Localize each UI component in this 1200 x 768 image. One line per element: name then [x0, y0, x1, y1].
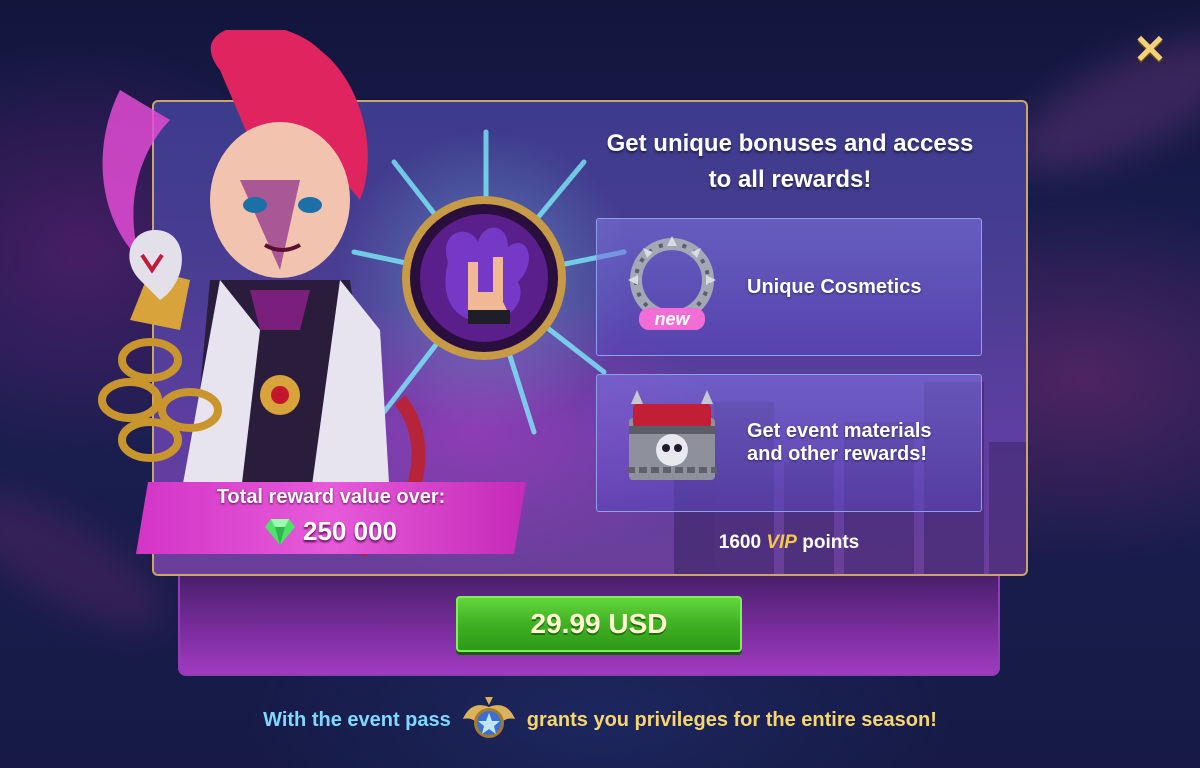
feature-label-materials-line-2: and other rewards!	[747, 443, 928, 465]
footer-text-after: grants you privileges for the entire sea…	[526, 708, 937, 731]
event-pass-badge-icon	[462, 697, 515, 738]
headline-line-1: Get unique bonuses and access	[606, 130, 974, 157]
reward-value-text: 250 000	[303, 516, 397, 546]
vip-word: VIP	[766, 532, 797, 553]
rock-hand-emblem-icon	[402, 196, 566, 360]
skull-chest-icon	[597, 374, 747, 512]
gem-icon	[265, 518, 295, 545]
buy-button[interactable]: 29.99 USD	[456, 596, 742, 652]
feature-label-materials-line-1: Get event materials	[747, 420, 932, 442]
cosmetic-ring-icon: new	[597, 218, 747, 356]
vip-points-suffix: points	[802, 532, 860, 553]
new-badge: new	[654, 309, 690, 329]
feature-card-cosmetics: new Unique Cosmetics	[596, 218, 982, 356]
feature-card-materials: Get event materials and other rewards!	[596, 374, 982, 512]
offer-headline: Get unique bonuses and access to all rew…	[590, 126, 990, 198]
footer-note: With the event pass grants you privilege…	[0, 690, 1200, 750]
reward-value: 250 000	[136, 516, 526, 547]
vip-points-line: 1600 VIP points	[596, 532, 982, 554]
feature-label-cosmetics: Unique Cosmetics	[747, 275, 922, 298]
headline-line-2: to all rewards!	[708, 166, 872, 193]
feature-label-materials: Get event materials and other rewards!	[747, 420, 932, 466]
close-button[interactable]: ✕	[1128, 28, 1172, 72]
vip-points-value: 1600	[718, 532, 762, 553]
reward-label: Total reward value over:	[216, 486, 446, 508]
close-icon: ✕	[1133, 28, 1167, 72]
footer-text-before: With the event pass	[263, 708, 451, 731]
